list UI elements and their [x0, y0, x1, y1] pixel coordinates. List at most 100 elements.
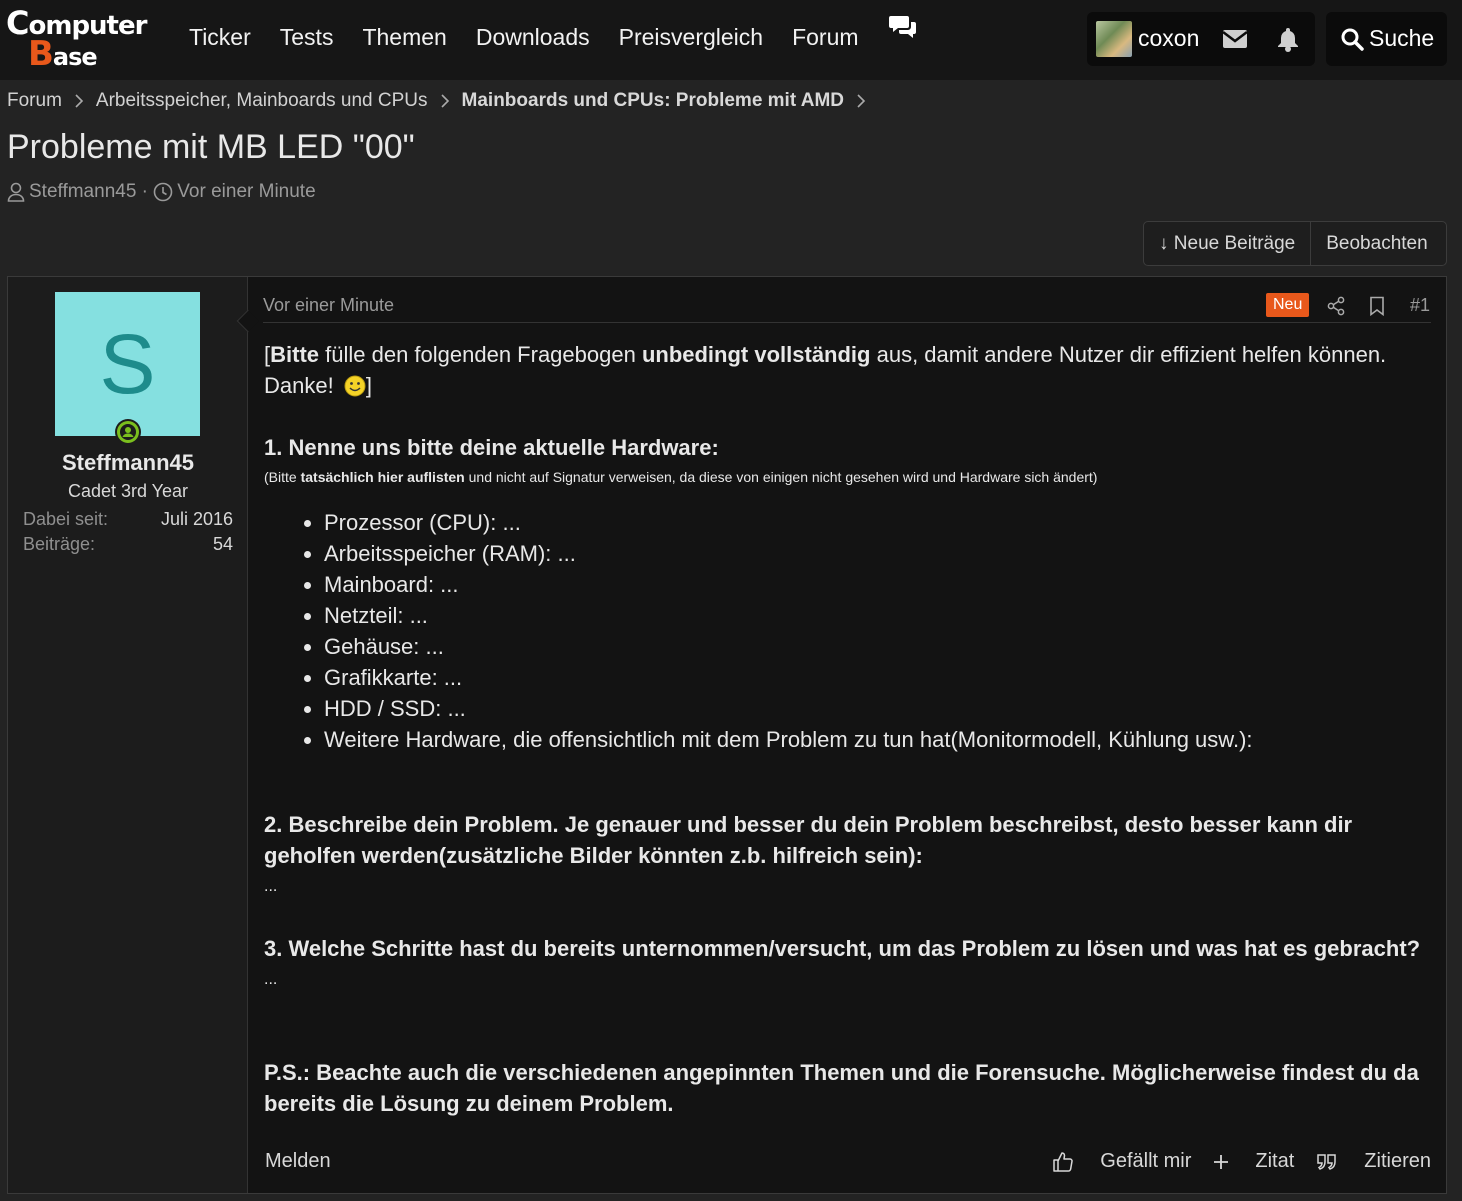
question-1-text: 1. Nenne uns bitte deine aktuelle Hardwa…: [264, 435, 719, 460]
share-icon[interactable]: [1327, 296, 1345, 316]
question-3-text: 3. Welche Schritte hast du bereits unter…: [264, 936, 1421, 961]
nav-preisvergleich[interactable]: Preisvergleich: [619, 24, 763, 51]
computerbase-logo[interactable]: Computer Base: [6, 4, 156, 74]
nav-ticker[interactable]: Ticker: [189, 24, 251, 51]
new-badge: Neu: [1266, 293, 1310, 317]
note-text-2: und nicht auf Signatur verweisen, da die…: [464, 469, 1098, 485]
chevron-right-icon: [857, 94, 866, 108]
chevron-right-icon: [440, 94, 449, 108]
list-item: Netzteil: ...: [324, 600, 1434, 631]
ps-text: P.S.: Beachte auch die verschiedenen ang…: [264, 1060, 1419, 1116]
meta-separator: ·: [136, 181, 154, 202]
list-item: Prozessor (CPU): ...: [324, 507, 1434, 538]
logo-text-c: C: [6, 4, 30, 42]
quote-button[interactable]: Zitat: [1213, 1150, 1294, 1173]
like-button[interactable]: Gefällt mir: [1052, 1150, 1191, 1173]
poster-name[interactable]: Steffmann45: [8, 450, 248, 476]
reply-button[interactable]: Zitieren: [1316, 1150, 1431, 1173]
ps-paragraph: P.S.: Beachte auch die verschiedenen ang…: [264, 1057, 1434, 1119]
nav-themen[interactable]: Themen: [362, 24, 446, 51]
poster-rank: Cadet 3rd Year: [67, 481, 189, 501]
bookmark-icon[interactable]: [1369, 296, 1385, 316]
question-1-note: (Bitte tatsächlich hier auflisten und ni…: [264, 467, 1434, 487]
online-indicator: [115, 419, 141, 445]
question-1-title: 1. Nenne uns bitte deine aktuelle Hardwa…: [264, 432, 1434, 463]
list-item: Grafikkarte: ...: [324, 662, 1434, 693]
posts-label: Beiträge:: [23, 534, 96, 554]
post-user-panel: S Steffmann45 Cadet 3rd Year Dabei seit:…: [8, 277, 260, 1193]
post: S Steffmann45 Cadet 3rd Year Dabei seit:…: [7, 276, 1447, 1194]
post-header: Vor einer Minute Neu #1: [263, 293, 1431, 323]
question-2-text: 2. Beschreibe dein Problem. Je genauer u…: [264, 812, 1353, 868]
intro-text-1: fülle den folgenden Fragebogen: [319, 342, 642, 367]
list-item: HDD / SSD: ...: [324, 693, 1434, 724]
clock-icon: [153, 182, 173, 202]
mail-icon[interactable]: [1222, 28, 1248, 50]
page-title: Probleme mit MB LED "00": [7, 128, 415, 166]
online-user-icon: [117, 421, 139, 443]
top-navbar: Computer Base Ticker Tests Themen Downlo…: [0, 0, 1462, 80]
main-nav: Ticker Tests Themen Downloads Preisvergl…: [189, 24, 888, 51]
joined-value: Juli 2016: [160, 509, 233, 529]
search-icon: [1341, 28, 1364, 51]
logo-text-b: B: [28, 34, 54, 74]
breadcrumb-forum[interactable]: Forum: [7, 90, 62, 112]
smiley-icon: [344, 375, 366, 397]
like-label: Gefällt mir: [1100, 1150, 1192, 1172]
username[interactable]: coxon: [1138, 25, 1199, 52]
nav-forum[interactable]: Forum: [792, 24, 858, 51]
breadcrumb-category[interactable]: Arbeitsspeicher, Mainboards und CPUs: [96, 90, 428, 112]
intro-bold-complete: unbedingt vollständig: [641, 342, 871, 367]
thread-actions: ↓ Neue Beiträge Beobachten: [1143, 221, 1447, 266]
post-actions: Gefällt mir Zitat Zitieren: [1030, 1150, 1431, 1173]
poster-joined: Dabei seit: Juli 2016: [23, 509, 233, 530]
user-avatar[interactable]: [1096, 21, 1132, 57]
user-menu[interactable]: coxon: [1087, 12, 1315, 66]
reply-label: Zitieren: [1364, 1150, 1431, 1172]
post-body: [Bitte fülle den folgenden Fragebogen un…: [264, 339, 1434, 1119]
user-icon: [7, 182, 25, 202]
list-item: Weitere Hardware, die offensichtlich mit…: [324, 724, 1434, 755]
intro-bold-bitte: Bitte: [270, 342, 320, 367]
quote-marks-icon: [1317, 1153, 1337, 1170]
intro-bracket-close: ]: [365, 373, 372, 398]
intro-paragraph: [Bitte fülle den folgenden Fragebogen un…: [264, 339, 1434, 401]
avatar[interactable]: S: [55, 292, 200, 436]
nav-downloads[interactable]: Downloads: [476, 24, 590, 51]
breadcrumb-subforum[interactable]: Mainboards und CPUs: Probleme mit AMD: [462, 90, 845, 112]
new-posts-button[interactable]: ↓ Neue Beiträge: [1144, 222, 1310, 265]
search-button[interactable]: Suche: [1326, 12, 1447, 66]
watch-button[interactable]: Beobachten: [1310, 222, 1442, 265]
report-link[interactable]: Melden: [265, 1150, 331, 1173]
logo-text-ase: ase: [52, 43, 98, 71]
post-time[interactable]: Vor einer Minute: [263, 295, 394, 316]
question-2-title: 2. Beschreibe dein Problem. Je genauer u…: [264, 809, 1434, 871]
question-2-answer: ...: [264, 878, 278, 895]
thread-meta: Steffmann45 · Vor einer Minute: [7, 181, 316, 203]
thumbs-up-icon: [1053, 1151, 1074, 1172]
hardware-list: Prozessor (CPU): ... Arbeitsspeicher (RA…: [324, 507, 1434, 755]
quote-label: Zitat: [1255, 1150, 1295, 1172]
list-item: Mainboard: ...: [324, 569, 1434, 600]
post-number[interactable]: #1: [1410, 295, 1430, 316]
search-label: Suche: [1369, 25, 1435, 51]
note-text-1: (Bitte: [264, 469, 301, 485]
post-footer: Melden Gefällt mir Zitat Zitieren: [265, 1149, 1431, 1179]
chevron-right-icon: [75, 94, 84, 108]
breadcrumb: Forum Arbeitsspeicher, Mainboards und CP…: [7, 90, 878, 112]
panel-caret: [236, 309, 260, 333]
list-item: Arbeitsspeicher (RAM): ...: [324, 538, 1434, 569]
plus-icon: [1214, 1154, 1229, 1169]
thread-time[interactable]: Vor einer Minute: [177, 181, 315, 203]
posts-value[interactable]: 54: [213, 534, 233, 555]
nav-tests[interactable]: Tests: [280, 24, 334, 51]
note-bold: tatsächlich hier auflisten: [300, 469, 465, 485]
poster-posts: Beiträge: 54: [23, 534, 233, 555]
list-item: Gehäuse: ...: [324, 631, 1434, 662]
joined-label: Dabei seit:: [23, 509, 109, 529]
thread-author[interactable]: Steffmann45: [29, 181, 136, 203]
question-3-answer: ...: [264, 971, 278, 988]
chat-bubbles-icon[interactable]: [888, 14, 918, 40]
bell-icon[interactable]: [1276, 26, 1300, 52]
question-3-title: 3. Welche Schritte hast du bereits unter…: [264, 933, 1434, 964]
